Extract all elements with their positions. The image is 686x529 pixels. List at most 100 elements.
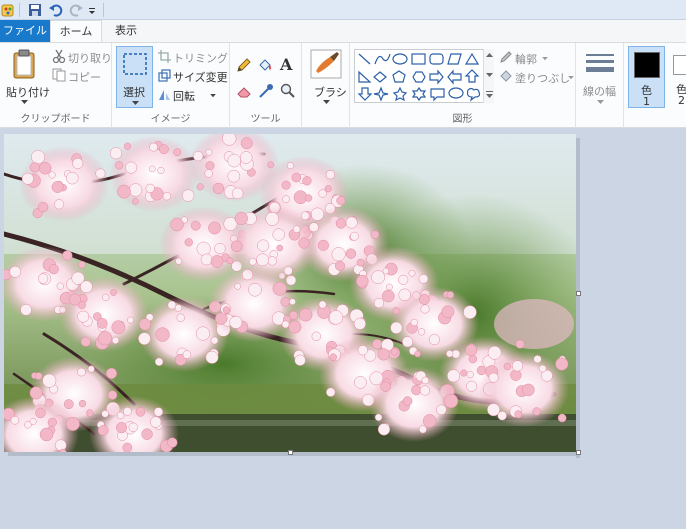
copy-button[interactable]: コピー	[50, 67, 108, 85]
four-point-star-shape-icon	[373, 86, 389, 102]
right-arrow-shape-icon	[429, 69, 444, 85]
select-button[interactable]: 選択	[116, 46, 153, 108]
quick-access-toolbar	[0, 0, 686, 20]
oval-callout-shape-icon	[448, 87, 464, 99]
fill-bucket-icon[interactable]	[257, 57, 273, 73]
customize-toolbar-icon[interactable]	[88, 2, 96, 18]
six-point-star-shape-icon	[411, 86, 427, 102]
hexagon-shape-icon	[412, 71, 426, 83]
scroll-up-icon[interactable]	[486, 53, 493, 58]
paint-app-icon[interactable]	[1, 2, 15, 18]
color2-swatch	[673, 55, 686, 75]
expand-gallery-icon[interactable]	[486, 91, 493, 98]
image-group: 選択 トリミング サイズ変更 回転 イメージ	[112, 43, 230, 128]
eraser-icon[interactable]	[236, 83, 252, 99]
right-triangle-shape-icon	[358, 70, 372, 83]
tab-file[interactable]: ファイル	[0, 20, 50, 42]
shapes-gallery-icons	[357, 52, 481, 102]
canvas-area	[4, 134, 581, 458]
outline-pen-icon	[500, 51, 512, 63]
tools-group-label: ツール	[250, 114, 281, 125]
shapes-gallery	[354, 49, 494, 103]
resize-handle-corner[interactable]	[576, 450, 581, 455]
size-label: 線の幅	[583, 85, 616, 98]
paste-button[interactable]: 貼り付け	[3, 46, 50, 108]
drawing-canvas[interactable]	[4, 134, 576, 452]
ribbon: 貼り付け 切り取り コピー クリップボード 選択 トリミング サイズ変更 回転 …	[0, 42, 686, 128]
shapes-group: 輪郭 塗りつぶし 図形	[350, 43, 576, 128]
colors-group: 色 1 色 2	[624, 43, 686, 128]
magnifier-icon[interactable]	[280, 83, 296, 99]
polygon-shape-icon	[447, 53, 462, 65]
color2-button[interactable]: 色 2	[668, 46, 686, 108]
scissors-icon	[52, 49, 66, 63]
text-tool-icon[interactable]: A	[280, 55, 292, 74]
line-shape-icon	[358, 53, 371, 65]
clipboard-group: 貼り付け 切り取り コピー クリップボード	[0, 43, 112, 128]
canvas-shadow-bottom	[8, 452, 580, 456]
select-label: 選択	[123, 86, 145, 99]
canvas-shadow-right	[576, 138, 580, 458]
line-width-icon	[586, 54, 614, 72]
outline-label: 輪郭	[515, 53, 537, 66]
crop-button[interactable]: トリミング	[157, 48, 228, 66]
down-arrow-shape-icon	[357, 87, 373, 101]
tab-home[interactable]: ホーム	[50, 20, 102, 43]
tools-group: A ツール	[230, 43, 302, 128]
brushes-group: ブラシ	[302, 43, 350, 128]
chevron-down-icon	[210, 94, 216, 98]
shapes-gallery-scroll[interactable]	[483, 49, 494, 103]
copy-label: コピー	[68, 71, 101, 84]
resize-icon	[158, 69, 171, 82]
rotate-button[interactable]: 回転	[157, 86, 217, 104]
cut-button[interactable]: 切り取り	[50, 48, 112, 66]
rotate-label: 回転	[173, 90, 195, 103]
up-arrow-shape-icon	[464, 69, 480, 83]
five-point-star-shape-icon	[392, 86, 408, 102]
fill-shape-icon	[500, 70, 512, 82]
brushes-button[interactable]: ブラシ	[306, 46, 347, 108]
chevron-down-icon	[132, 101, 139, 105]
outline-button[interactable]: 輪郭	[498, 49, 572, 67]
color-picker-icon[interactable]	[258, 83, 274, 99]
color1-button[interactable]: 色 1	[628, 46, 665, 108]
crop-label: トリミング	[173, 52, 228, 65]
ribbon-tab-row: ファイル ホーム 表示	[0, 20, 686, 43]
chevron-down-icon	[542, 57, 548, 61]
fill-button[interactable]: 塗りつぶし	[498, 68, 576, 86]
paste-label: 貼り付け	[6, 86, 50, 99]
redo-icon[interactable]	[68, 2, 84, 18]
pencil-icon[interactable]	[236, 57, 252, 73]
resize-button[interactable]: サイズ変更	[157, 67, 229, 85]
save-icon[interactable]	[28, 2, 42, 18]
color1-number: 1	[643, 95, 650, 108]
cut-label: 切り取り	[68, 52, 112, 65]
fill-label: 塗りつぶし	[515, 72, 571, 85]
chevron-down-icon	[568, 76, 574, 80]
crop-icon	[158, 50, 171, 63]
size-button[interactable]: 線の幅	[580, 46, 620, 108]
tab-view[interactable]: 表示	[104, 20, 148, 43]
rotate-icon	[159, 90, 170, 100]
image-group-label: イメージ	[150, 114, 191, 125]
pentagon-shape-icon	[392, 70, 406, 83]
selection-rectangle-icon	[123, 53, 147, 75]
chevron-down-icon	[21, 100, 28, 104]
scroll-down-icon[interactable]	[486, 73, 493, 78]
clipboard-group-label: クリップボード	[20, 114, 91, 125]
undo-icon[interactable]	[48, 2, 64, 18]
cloud-callout-shape-icon	[466, 87, 481, 102]
color1-swatch	[634, 52, 660, 78]
cherry-blossom-image	[4, 134, 576, 452]
rounded-callout-shape-icon	[430, 88, 445, 102]
curve-shape-icon	[374, 53, 391, 65]
diamond-shape-icon	[373, 71, 387, 83]
resize-handle-bottom[interactable]	[288, 450, 293, 455]
size-group: 線の幅	[576, 43, 624, 128]
oval-shape-icon	[392, 53, 408, 65]
rectangle-shape-icon	[411, 53, 426, 65]
resize-handle-right[interactable]	[576, 291, 581, 296]
chevron-down-icon	[597, 100, 604, 104]
brushes-label: ブラシ	[314, 86, 347, 99]
triangle-shape-icon	[464, 52, 480, 65]
